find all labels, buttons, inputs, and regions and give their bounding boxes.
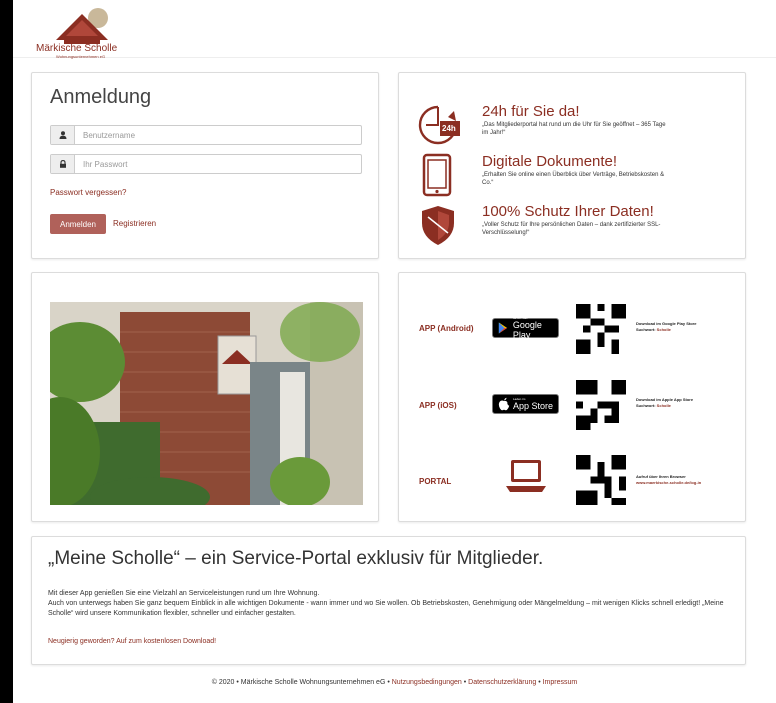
password-field: [50, 154, 362, 174]
app-store-badge[interactable]: Laden im App Store: [492, 394, 559, 414]
apple-icon: [498, 397, 510, 411]
user-icon: [51, 126, 75, 144]
portal-url-link[interactable]: www.maerkische-scholle.de/log-in: [636, 480, 701, 485]
download-android-line1: Download im Google Play Store: [636, 321, 697, 326]
app-ios-label: APP (iOS): [419, 401, 457, 410]
download-cta-link[interactable]: Neugierig geworden? Auf zum kostenlosen …: [48, 638, 216, 645]
google-play-icon: [498, 322, 508, 334]
portal-info: Aufruf über Ihren Browser www.maerkische…: [636, 474, 701, 486]
logo[interactable]: Märkische Scholle Wohnungsunternehmen eG: [36, 6, 146, 59]
footer-copyright: © 2020 • Märkische Scholle Wohnungsunter…: [211, 679, 392, 686]
login-card: Anmeldung Passwort vergessen? Anmelden R…: [31, 72, 379, 259]
register-link[interactable]: Registrieren: [113, 219, 156, 228]
apps-card: APP (Android) JETZT BEI Google Play Down…: [398, 272, 746, 522]
features-card: 24h 24h für Sie da! „Das Mitgliederporta…: [398, 72, 746, 259]
download-ios-keyword-label: Suchwort:: [636, 403, 657, 408]
feature-title: Digitale Dokumente!: [482, 153, 618, 170]
feature-title: 24h für Sie da!: [482, 103, 580, 120]
info-card: „Meine Scholle“ – ein Service-Portal exk…: [31, 536, 746, 665]
forgot-password-link[interactable]: Passwort vergessen?: [50, 188, 126, 197]
app-store-badge-big: App Store: [513, 401, 554, 411]
download-android-info: Download im Google Play Store Suchwort: …: [636, 321, 696, 333]
feature-security: 100% Schutz Ihrer Daten! „Voller Schutz …: [416, 203, 726, 247]
info-body: Mit dieser App genießen Sie eine Vielzah…: [48, 589, 738, 619]
lock-icon: [51, 155, 75, 173]
footer-terms-link[interactable]: Nutzungsbedingungen: [392, 679, 462, 686]
feature-description: „Voller Schutz für Ihre persönlichen Dat…: [482, 222, 661, 236]
building-photo: [50, 302, 363, 505]
feature-title: 100% Schutz Ihrer Daten!: [482, 203, 654, 220]
portal-line1: Aufruf über Ihren Browser: [636, 474, 686, 479]
header: Märkische Scholle Wohnungsunternehmen eG: [13, 0, 776, 59]
logo-house-icon: [56, 8, 108, 44]
info-paragraph: Mit dieser App genießen Sie eine Vielzah…: [48, 590, 320, 597]
portal-label: PORTAL: [419, 477, 452, 486]
page: Märkische Scholle Wohnungsunternehmen eG…: [13, 0, 776, 703]
google-play-badge-big: Google Play: [512, 320, 542, 340]
username-field: [50, 125, 362, 145]
logo-subtitle: Wohnungsunternehmen eG: [56, 54, 106, 59]
download-android-keyword-label: Suchwort:: [636, 327, 657, 332]
download-ios-keyword: Scholle: [656, 403, 671, 408]
tablet-icon: [416, 153, 460, 197]
qr-code-android[interactable]: [576, 304, 626, 354]
laptop-icon[interactable]: [506, 460, 546, 498]
footer-imprint-link[interactable]: Impressum: [543, 679, 578, 686]
info-title: „Meine Scholle“ – ein Service-Portal exk…: [48, 548, 544, 569]
clock-24h-icon: 24h: [416, 103, 460, 147]
password-input[interactable]: [75, 155, 361, 173]
qr-code-ios[interactable]: [576, 380, 626, 430]
app-android-label: APP (Android): [419, 324, 474, 333]
download-ios-line1: Download im Apple App Store: [636, 397, 694, 402]
feature-documents: Digitale Dokumente! „Erhalten Sie online…: [416, 153, 726, 197]
login-button[interactable]: Anmelden: [50, 214, 106, 234]
photo-card: [31, 272, 379, 522]
feature-description: „Das Mitgliederportal hat rund um die Uh…: [482, 122, 666, 136]
shield-icon: [416, 203, 460, 247]
footer-privacy-link[interactable]: Datenschutzerklärung: [468, 679, 536, 686]
feature-description: „Erhalten Sie online einen Überblick übe…: [482, 172, 665, 186]
feature-24h: 24h 24h für Sie da! „Das Mitgliederporta…: [416, 103, 726, 147]
qr-code-portal[interactable]: [576, 455, 626, 505]
login-title: Anmeldung: [50, 86, 152, 108]
logo-name: Märkische Scholle: [36, 43, 118, 54]
download-android-keyword: Scholle: [656, 327, 671, 332]
google-play-badge[interactable]: JETZT BEI Google Play: [492, 316, 559, 340]
footer: © 2020 • Märkische Scholle Wohnungsunter…: [13, 679, 776, 686]
username-input[interactable]: [75, 126, 361, 144]
info-paragraph: Auch von unterwegs haben Sie ganz bequem…: [48, 600, 724, 617]
clock-24h-badge: 24h: [442, 124, 456, 133]
download-ios-info: Download im Apple App Store Suchwort: Sc…: [636, 397, 693, 409]
